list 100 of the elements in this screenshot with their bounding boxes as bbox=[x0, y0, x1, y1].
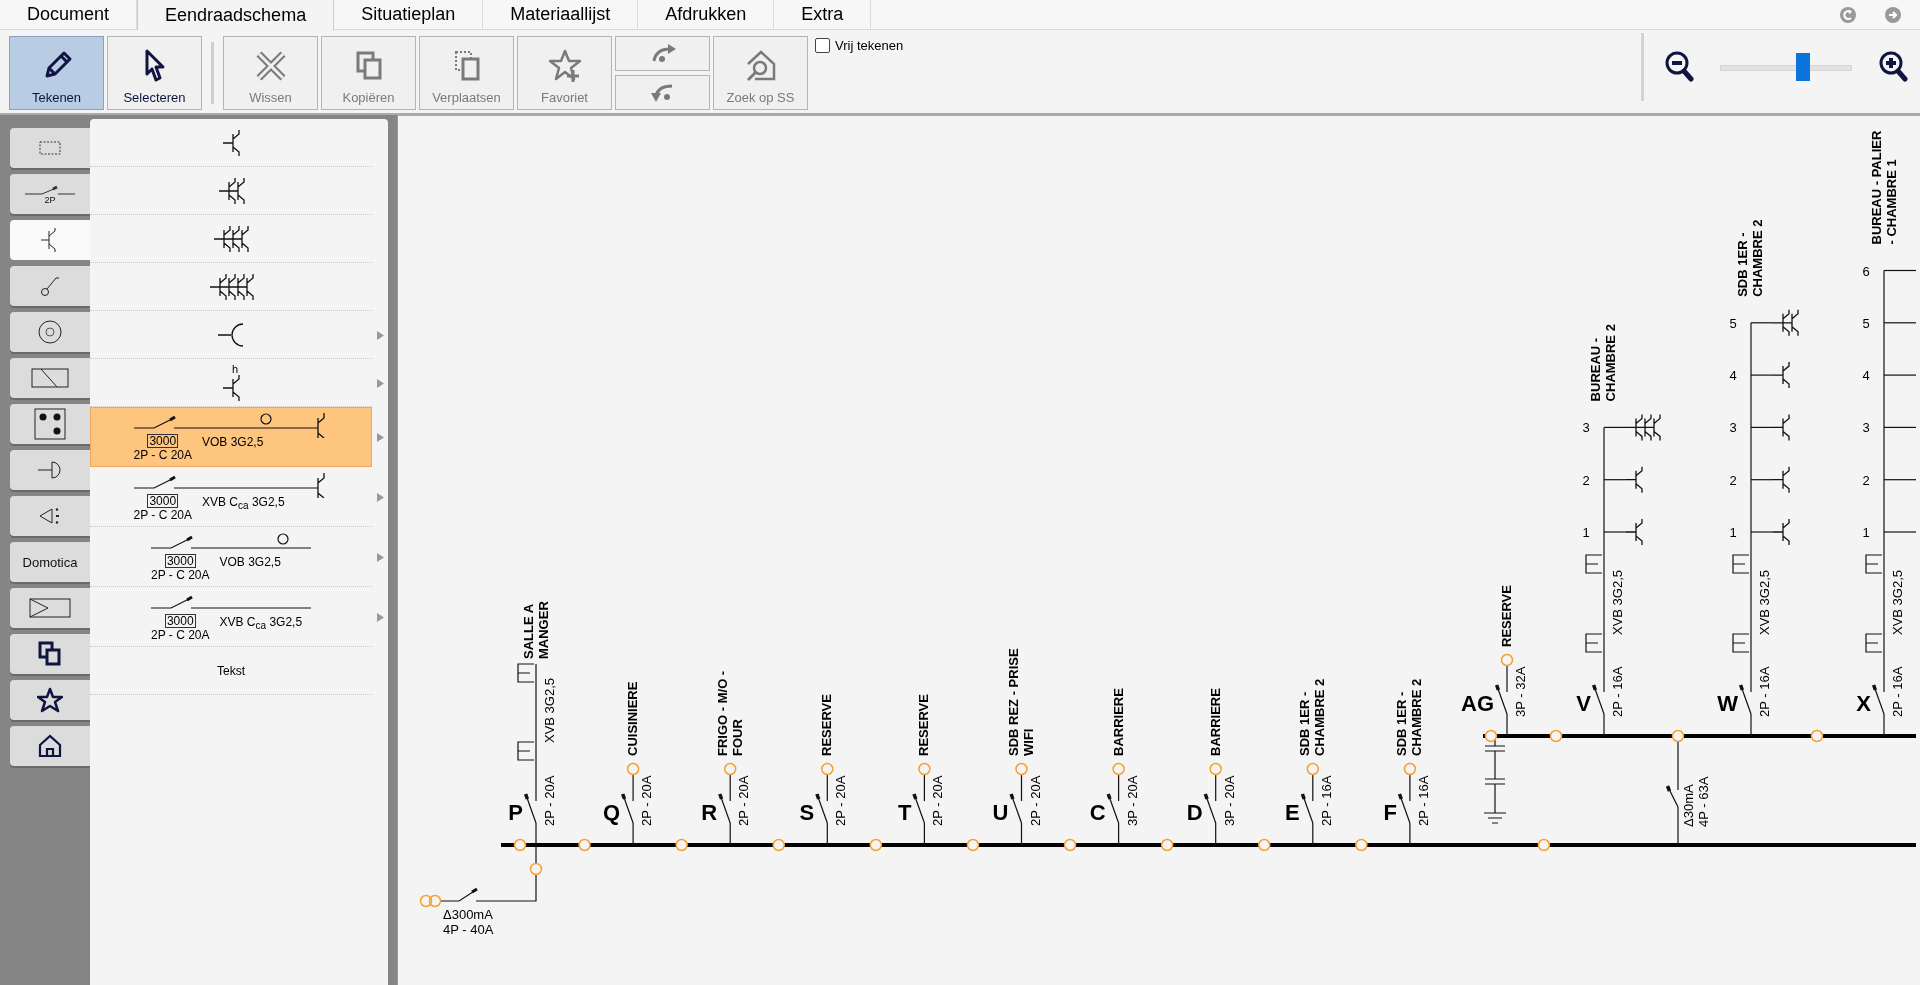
cable-label: XVB C$_{ca}$ 3G2,5 bbox=[219, 614, 303, 631]
symbol-mark: h bbox=[231, 363, 239, 374]
breaker-rating: 2P - 16A bbox=[1890, 666, 1905, 717]
connection-point bbox=[1209, 762, 1222, 776]
junction-box-symbol bbox=[1732, 633, 1750, 653]
wire bbox=[632, 822, 634, 846]
switch-symbol bbox=[1772, 413, 1790, 442]
connection-point bbox=[1484, 729, 1498, 743]
category-button[interactable]: 2P bbox=[10, 174, 90, 214]
circuit-letter: W bbox=[1717, 691, 1738, 716]
junction-box-symbol bbox=[1585, 633, 1603, 653]
submenu-arrow-icon[interactable] bbox=[376, 432, 384, 442]
circuit-label: BARRIERE bbox=[1207, 688, 1223, 756]
circuit-letter: R bbox=[701, 800, 718, 825]
connection-point bbox=[428, 894, 442, 908]
circuit-label: SDB REZ - PRISE bbox=[1006, 648, 1021, 756]
breaker-rating: Δ300mA bbox=[443, 907, 493, 922]
circuit-letter: AG bbox=[1461, 691, 1494, 716]
wire bbox=[923, 774, 925, 802]
submenu-arrow-icon[interactable] bbox=[376, 378, 384, 388]
breaker-symbol bbox=[815, 793, 828, 824]
category-button[interactable]: Domotica bbox=[10, 542, 90, 582]
submenu-arrow-icon[interactable] bbox=[376, 552, 384, 562]
toolbar-button[interactable]: Tekenen bbox=[9, 36, 104, 110]
point-number: 3 bbox=[1729, 420, 1737, 436]
symbol-list-item[interactable]: 3000 2P - C 20A XVB C$_{ca}$ 3G2,5 bbox=[90, 587, 372, 647]
breaker-symbol bbox=[1871, 684, 1885, 715]
symbol-list-item[interactable]: 3000 2P - C 20A VOB 3G2,5 bbox=[90, 407, 372, 467]
zoom-slider[interactable] bbox=[1720, 52, 1852, 82]
wire bbox=[729, 774, 731, 802]
connection-point bbox=[419, 894, 433, 908]
connection-point bbox=[1258, 838, 1271, 852]
connection-point bbox=[1549, 729, 1563, 743]
wire bbox=[1603, 713, 1605, 737]
breaker-rating: 3P - 20A bbox=[1221, 775, 1237, 826]
connection-point bbox=[966, 838, 980, 852]
circuit-letter: S bbox=[799, 800, 815, 825]
symbol-list-item[interactable]: 3000 2P - C 20A XVB C$_{ca}$ 3G2,5 bbox=[90, 467, 372, 527]
tab[interactable]: Eendraadschema bbox=[137, 0, 335, 30]
submenu-arrow-icon[interactable] bbox=[376, 612, 384, 622]
circuit-letter: U bbox=[992, 800, 1009, 825]
checkbox[interactable] bbox=[815, 38, 830, 53]
cable-label: XVB C$_{ca}$ 3G2,5 bbox=[202, 494, 285, 511]
connection-point bbox=[578, 838, 591, 852]
connection-point bbox=[918, 762, 931, 776]
submenu-arrow-icon[interactable] bbox=[376, 492, 384, 502]
circuit-label: CHAMBRE 2 bbox=[1312, 678, 1328, 756]
wire bbox=[1883, 713, 1885, 737]
point-number: 3 bbox=[1862, 420, 1870, 436]
zoom-out-icon[interactable] bbox=[1664, 50, 1694, 84]
breaker-symbol bbox=[1300, 793, 1314, 824]
breaker-symbol bbox=[151, 535, 193, 549]
breaker-rating: 2P - C 20A bbox=[151, 627, 210, 642]
breaker-code: 3000 bbox=[147, 434, 179, 448]
breaker-rating: Δ30mA bbox=[1681, 784, 1696, 827]
junction-box-symbol bbox=[1865, 554, 1883, 574]
circuit-letter: Q bbox=[602, 800, 621, 825]
junction-box-symbol bbox=[517, 741, 535, 761]
breaker-symbol bbox=[1397, 793, 1411, 824]
submenu-arrow-icon[interactable] bbox=[376, 330, 384, 340]
cable-label: XVB 3G2,5 bbox=[1757, 569, 1772, 635]
connection-point bbox=[1015, 762, 1028, 776]
symbol-list-item[interactable]: 3000 2P - C 20A VOB 3G2,5 bbox=[90, 527, 372, 587]
toolbar-button[interactable]: Selecteren bbox=[107, 36, 202, 110]
circuit-label: MANGER bbox=[535, 601, 551, 659]
wire bbox=[1506, 713, 1508, 737]
junction-box-symbol bbox=[1732, 554, 1750, 574]
circuit-label: BUREAU - PALIER bbox=[1868, 130, 1884, 245]
cable-label: VOB 3G2,5 bbox=[202, 435, 264, 449]
outlet-symbol bbox=[259, 413, 272, 425]
connection-point bbox=[675, 838, 688, 852]
circuit-label: BARRIERE bbox=[1110, 688, 1126, 756]
wire bbox=[1020, 774, 1023, 802]
wire bbox=[1409, 774, 1411, 802]
category-button[interactable] bbox=[10, 680, 90, 720]
junction-box-symbol bbox=[517, 663, 535, 683]
connection-point bbox=[1671, 729, 1685, 743]
wire bbox=[1677, 806, 1679, 846]
breaker-rating: 2P - 16A bbox=[1757, 666, 1772, 717]
symbol-list-item[interactable]: Tekst bbox=[90, 647, 372, 695]
point-number: 2 bbox=[1729, 472, 1737, 488]
point-number: 1 bbox=[1729, 525, 1737, 540]
undo-icon[interactable] bbox=[1839, 5, 1857, 24]
breaker-symbol bbox=[912, 793, 925, 824]
switch-symbol bbox=[1625, 466, 1643, 494]
circuit-label: - CHAMBRE 1 bbox=[1883, 159, 1899, 245]
category-button[interactable] bbox=[10, 634, 90, 674]
breaker-symbol bbox=[1665, 785, 1679, 808]
redo-icon[interactable] bbox=[1884, 5, 1902, 24]
category-button[interactable] bbox=[10, 726, 90, 766]
switch-symbol-icon bbox=[208, 272, 254, 301]
zoom-in-icon[interactable] bbox=[1878, 50, 1908, 84]
slider-thumb[interactable] bbox=[1796, 53, 1811, 81]
category-button[interactable] bbox=[10, 404, 90, 444]
breaker-rating: 2P - 20A bbox=[639, 775, 655, 826]
point-number: 2 bbox=[1862, 472, 1870, 488]
circuit-label: BUREAU - bbox=[1588, 337, 1604, 402]
socket-icon bbox=[38, 320, 62, 344]
circuit-label: SDB 1ER - bbox=[1297, 691, 1313, 756]
free-draw-checkbox[interactable]: Vrij tekenen bbox=[815, 38, 904, 53]
